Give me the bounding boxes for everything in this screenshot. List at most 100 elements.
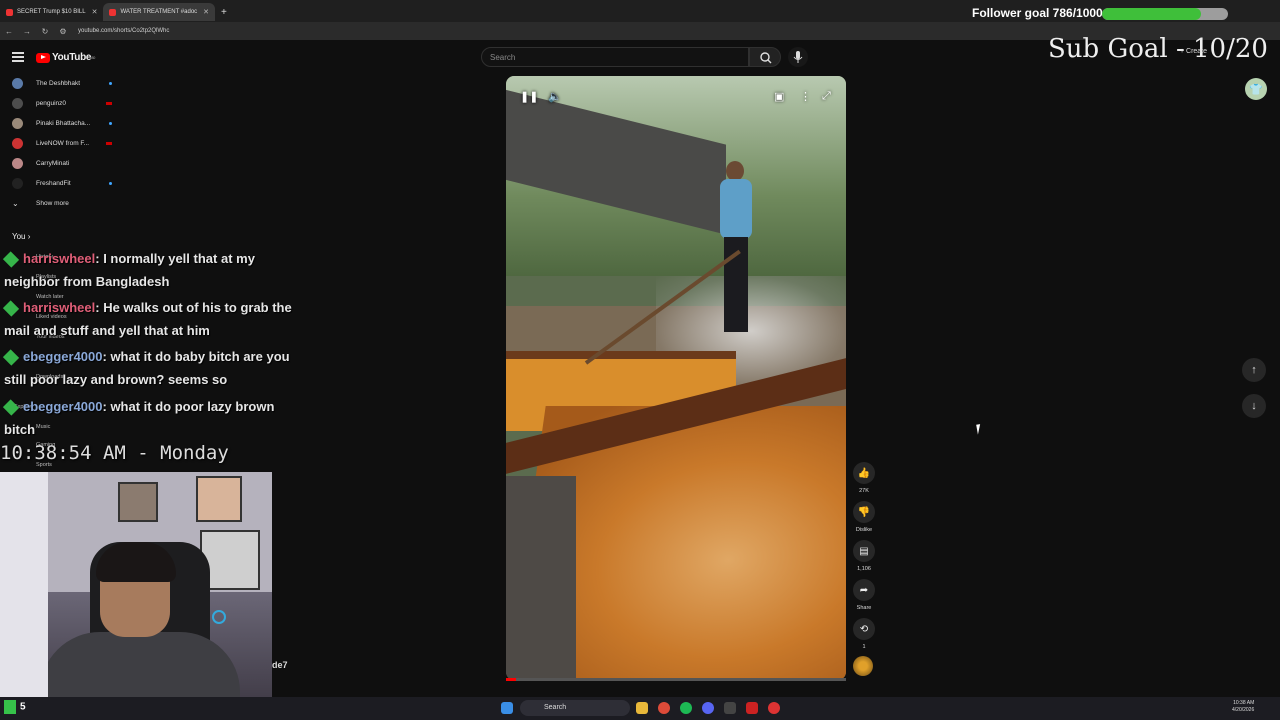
pause-icon[interactable]: ❚❚ xyxy=(520,90,538,103)
tab-trump[interactable]: SECRET Trump $10 BILL ✕ xyxy=(0,3,103,21)
chat-username: ebegger4000 xyxy=(23,399,103,414)
mouse-cursor-icon xyxy=(976,423,986,435)
new-content-dot xyxy=(109,82,112,85)
sidebar-you-header[interactable]: You › xyxy=(12,232,30,241)
avatar xyxy=(12,178,23,189)
discord-icon[interactable] xyxy=(702,702,714,714)
taskbar-clock[interactable]: 10:38 AM 4/20/2026 xyxy=(1232,700,1254,714)
youtube-play-icon xyxy=(36,52,50,63)
new-tab-button[interactable]: + xyxy=(215,3,233,21)
close-icon[interactable]: ✕ xyxy=(203,8,209,16)
avatar xyxy=(12,158,23,169)
chat-username: ebegger4000 xyxy=(23,349,103,364)
volume-icon[interactable]: 🔈 xyxy=(548,90,562,103)
kick-icon xyxy=(4,700,16,714)
file-explorer-icon[interactable] xyxy=(636,702,648,714)
worker-head xyxy=(726,161,744,181)
stream-clock: 10:38:54 AM - Monday xyxy=(0,442,229,464)
voice-search-button[interactable] xyxy=(788,47,808,67)
sidebar-item-subscription[interactable]: The Deshbhakt xyxy=(12,78,112,89)
chat-username: harriswheel xyxy=(23,251,96,266)
chrome-icon[interactable] xyxy=(658,702,670,714)
follower-goal-bar xyxy=(1102,8,1228,20)
menu-icon[interactable] xyxy=(12,52,24,62)
chat-username: harriswheel xyxy=(23,300,96,315)
thumbs-down-icon: 👎 xyxy=(853,501,875,523)
webcam-door xyxy=(0,472,48,720)
sidebar-item-subscription[interactable]: LiveNOW from F... xyxy=(12,138,112,149)
worker-torso xyxy=(720,179,752,239)
video-stone-edge xyxy=(506,476,576,680)
search-icon xyxy=(760,52,772,64)
new-content-dot xyxy=(109,182,112,185)
recorder-icon[interactable] xyxy=(746,702,758,714)
previous-short-button[interactable]: ↑ xyxy=(1242,358,1266,382)
chat-message: harriswheel: He walks out of his to grab… xyxy=(2,296,304,342)
tab-water-treatment[interactable]: WATER TREATMENT #adoc ✕ xyxy=(103,3,216,21)
spotify-icon[interactable] xyxy=(680,702,692,714)
chat-badge-icon xyxy=(2,349,20,366)
video-progress-bar[interactable] xyxy=(506,678,846,681)
sidebar-item-label: penguinz0 xyxy=(36,100,66,107)
badge-count: 5 xyxy=(20,701,26,713)
forward-icon[interactable]: → xyxy=(18,27,36,36)
like-button[interactable]: 👍 27K xyxy=(852,462,876,494)
thumbs-up-icon: 👍 xyxy=(853,462,875,484)
url-field[interactable]: youtube.com/shorts/Co2tp2QlWhc xyxy=(78,28,169,34)
youtube-logo[interactable]: YouTube 80 xyxy=(36,52,95,63)
live-indicator xyxy=(106,142,112,145)
windows-start-icon[interactable] xyxy=(501,702,513,714)
sidebar-item-subscription[interactable]: CarryMinati xyxy=(12,158,112,169)
fullscreen-icon[interactable]: ⤢ xyxy=(822,90,831,103)
chat-message: ebegger4000: what it do baby bitch are y… xyxy=(2,345,304,391)
remix-button[interactable]: ⟲ 1 xyxy=(852,618,876,650)
audio-track-thumbnail[interactable] xyxy=(853,656,873,676)
reload-icon[interactable]: ↻ xyxy=(36,27,54,36)
create-button[interactable]: + Create xyxy=(1180,48,1207,55)
sidebar-item-subscription[interactable]: Pinaki Bhattacha... xyxy=(12,118,112,129)
sub-goal-label: Sub Goal - 10/20 xyxy=(1048,34,1268,64)
avatar xyxy=(12,118,23,129)
next-short-button[interactable]: ↓ xyxy=(1242,394,1266,418)
sidebar-item-subscription[interactable]: FreshandFit xyxy=(12,178,112,189)
live-indicator xyxy=(106,102,112,105)
comment-icon: ▤ xyxy=(853,540,875,562)
remix-icon: ⟲ xyxy=(853,618,875,640)
share-button[interactable]: ➦ Share xyxy=(852,579,876,611)
back-icon[interactable]: ← xyxy=(0,27,18,36)
arrow-up-icon: ↑ xyxy=(1251,364,1257,376)
dislike-button[interactable]: 👎 Dislike xyxy=(852,501,876,533)
sidebar-item-subscription[interactable]: penguinz0 xyxy=(12,98,112,109)
show-more-button[interactable]: ⌄ Show more xyxy=(12,199,69,208)
search-input[interactable]: Search xyxy=(481,47,749,67)
more-vert-icon[interactable]: ⋮ xyxy=(800,90,811,103)
sidebar-item-label: CarryMinati xyxy=(36,160,70,167)
obs-icon[interactable] xyxy=(768,702,780,714)
chat-badge-icon xyxy=(2,251,20,268)
avatar xyxy=(12,78,23,89)
comments-button[interactable]: ▤ 1,106 xyxy=(852,540,876,572)
video-progress-fill xyxy=(506,678,517,681)
youtube-favicon-icon xyxy=(6,8,13,16)
taskbar-search[interactable]: Search xyxy=(520,700,630,716)
sidebar-item-label: Pinaki Bhattacha... xyxy=(36,120,91,127)
microphone-icon xyxy=(793,51,803,63)
new-content-dot xyxy=(109,122,112,125)
search-button[interactable] xyxy=(749,47,781,67)
chevron-down-icon: ⌄ xyxy=(12,199,19,208)
close-icon[interactable]: ✕ xyxy=(92,8,98,16)
audio-mixer-icon[interactable] xyxy=(724,702,736,714)
chat-badge-icon xyxy=(2,399,20,416)
avatar xyxy=(12,98,23,109)
shorts-video-player[interactable]: ❚❚ 🔈 ▣ ⋮ ⤢ xyxy=(506,76,846,680)
site-info-icon[interactable]: ⚙ xyxy=(54,27,72,36)
tab-label: SECRET Trump $10 BILL xyxy=(17,9,86,15)
captions-icon[interactable]: ▣ xyxy=(774,90,784,103)
you-label: You xyxy=(12,232,26,241)
chat-message: harriswheel: I normally yell that at my … xyxy=(2,247,304,293)
sidebar-item-label: FreshandFit xyxy=(36,180,71,187)
wall-poster xyxy=(196,476,242,522)
account-avatar[interactable]: 👕 xyxy=(1245,78,1267,100)
chat-badge-icon xyxy=(2,300,20,317)
taskbar-time: 10:38 AM xyxy=(1233,700,1255,706)
